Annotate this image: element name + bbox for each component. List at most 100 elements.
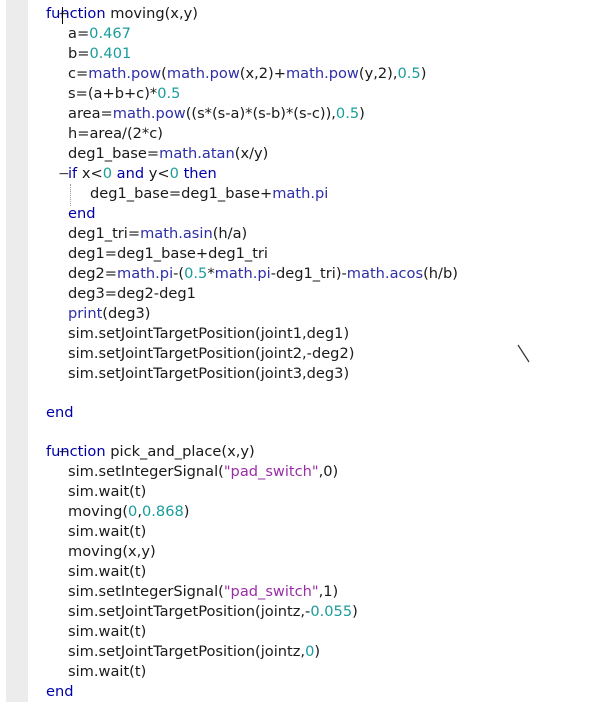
code-token: "pad_switch" xyxy=(223,463,319,480)
code-token: math.pi xyxy=(214,265,271,282)
code-line[interactable]: sim.setIntegerSignal("pad_switch",0) xyxy=(68,462,338,482)
code-token: sim.setIntegerSignal( xyxy=(68,583,224,600)
code-line[interactable]: if x<0 and y<0 then xyxy=(68,164,217,184)
code-token: * xyxy=(207,265,215,282)
code-token: ((s*(s-a)*(s-b)*(s-c)), xyxy=(185,105,336,122)
code-line[interactable]: deg1=deg1_base+deg1_tri xyxy=(68,244,268,264)
code-token: ,1) xyxy=(318,583,339,600)
code-token: deg2= xyxy=(68,265,118,282)
code-token: moving(x,y) xyxy=(68,543,156,560)
code-token: 0.5 xyxy=(157,85,181,102)
code-token: then xyxy=(183,165,217,182)
code-line[interactable]: c=math.pow(math.pow(x,2)+math.pow(y,2),0… xyxy=(68,64,426,84)
code-line[interactable]: deg3=deg2-deg1 xyxy=(68,284,196,304)
code-token: deg1_tri= xyxy=(68,225,141,242)
code-line[interactable]: s=(a+b+c)*0.5 xyxy=(68,84,180,104)
code-token: sim.setJointTargetPosition(jointz,- xyxy=(68,603,311,620)
code-line[interactable]: deg2=math.pi-(0.5*math.pi-deg1_tri)-math… xyxy=(68,264,458,284)
code-line[interactable]: deg1_base=deg1_base+math.pi xyxy=(90,184,328,204)
code-line[interactable]: sim.wait(t) xyxy=(68,662,146,682)
code-token: (h/a) xyxy=(212,225,248,242)
fold-margin: − − − xyxy=(28,0,70,702)
code-token: 0.5 xyxy=(397,65,421,82)
code-line[interactable]: moving(0,0.868) xyxy=(68,502,189,522)
code-line[interactable]: end xyxy=(46,403,74,423)
code-token: 0.055 xyxy=(310,603,353,620)
code-line[interactable]: function pick_and_place(x,y) xyxy=(46,442,255,462)
code-token: (h/b) xyxy=(423,265,458,282)
line-gutter xyxy=(6,0,28,702)
code-token: -deg1_tri)- xyxy=(270,265,347,282)
code-line[interactable]: moving(x,y) xyxy=(68,542,156,562)
code-line[interactable]: sim.setJointTargetPosition(joint2,-deg2) xyxy=(68,344,354,364)
text-cursor xyxy=(62,7,63,24)
code-token: pick_and_place(x,y) xyxy=(105,443,255,460)
code-line[interactable]: deg1_base=math.atan(x/y) xyxy=(68,144,268,164)
code-line[interactable]: h=area/(2*c) xyxy=(68,124,163,144)
code-token: 0.868 xyxy=(141,503,184,520)
code-line[interactable]: sim.wait(t) xyxy=(68,482,146,502)
code-token: 0 xyxy=(169,165,179,182)
code-token: ) xyxy=(314,643,321,660)
code-token: math.atan xyxy=(159,145,235,162)
code-token: math.pi xyxy=(117,265,174,282)
code-token: deg1=deg1_base+deg1_tri xyxy=(68,245,268,262)
code-line[interactable]: sim.wait(t) xyxy=(68,622,146,642)
code-line[interactable]: end xyxy=(46,682,74,702)
code-token: end xyxy=(46,683,74,700)
code-token: function xyxy=(46,5,106,22)
code-line[interactable]: sim.setJointTargetPosition(joint3,deg3) xyxy=(68,364,349,384)
code-line[interactable]: sim.wait(t) xyxy=(68,522,146,542)
code-token: moving(x,y) xyxy=(105,5,198,22)
code-line[interactable]: sim.setJointTargetPosition(joint1,deg1) xyxy=(68,324,349,344)
code-token: 0 xyxy=(128,503,138,520)
code-token: sim.setJointTargetPosition(joint2,-deg2) xyxy=(68,345,355,362)
code-token: function xyxy=(46,443,106,460)
code-token: sim.setJointTargetPosition(joint3,deg3) xyxy=(68,365,350,382)
code-token: deg3=deg2-deg1 xyxy=(68,285,196,302)
code-token: and xyxy=(116,165,145,182)
code-token: math.pow xyxy=(112,105,186,122)
code-token: math.pow xyxy=(285,65,359,82)
code-token: sim.wait(t) xyxy=(68,563,147,580)
code-line[interactable]: sim.setIntegerSignal("pad_switch",1) xyxy=(68,582,338,602)
code-line[interactable]: area=math.pow((s*(s-a)*(s-b)*(s-c)),0.5) xyxy=(68,104,365,124)
code-editor[interactable]: − − − function moving(x,y) a=0.467 b=0.401… xyxy=(0,0,614,702)
code-token: sim.setJointTargetPosition(jointz, xyxy=(68,643,306,660)
code-token: if xyxy=(68,165,78,182)
code-token: ,0) xyxy=(318,463,339,480)
code-line[interactable]: sim.setJointTargetPosition(jointz,-0.055… xyxy=(68,602,358,622)
code-token: 0.401 xyxy=(89,45,132,62)
code-line[interactable]: function moving(x,y) xyxy=(46,4,198,24)
code-token: math.pow xyxy=(166,65,240,82)
code-token: math.acos xyxy=(346,265,424,282)
code-token: ) xyxy=(420,65,427,82)
code-token: (deg3) xyxy=(102,305,151,322)
code-token: sim.wait(t) xyxy=(68,483,147,500)
code-token: sim.setIntegerSignal( xyxy=(68,463,224,480)
code-line[interactable]: sim.setJointTargetPosition(jointz,0) xyxy=(68,642,320,662)
code-token: sim.wait(t) xyxy=(68,623,147,640)
code-token: area= xyxy=(68,105,113,122)
code-token: deg1_base=deg1_base+ xyxy=(90,185,273,202)
code-line[interactable]: print(deg3) xyxy=(68,304,150,324)
code-line[interactable]: end xyxy=(68,204,96,224)
code-token: end xyxy=(46,404,74,421)
code-token: moving( xyxy=(68,503,129,520)
code-token: b= xyxy=(68,45,90,62)
code-token: a= xyxy=(68,25,90,42)
code-token: math.pow xyxy=(88,65,162,82)
code-token: 0.5 xyxy=(335,105,360,122)
code-line[interactable]: sim.wait(t) xyxy=(68,562,146,582)
code-token: sim.wait(t) xyxy=(68,523,147,540)
code-token: math.asin xyxy=(140,225,213,242)
code-token: x< xyxy=(77,165,103,182)
code-token: c= xyxy=(68,65,89,82)
mouse-ibeam-mark xyxy=(517,344,530,363)
code-line[interactable]: deg1_tri=math.asin(h/a) xyxy=(68,224,247,244)
code-token: 0 xyxy=(102,165,113,182)
code-token: h=area/(2*c) xyxy=(68,125,163,142)
code-line[interactable]: a=0.467 xyxy=(68,24,131,44)
code-line[interactable]: b=0.401 xyxy=(68,44,131,64)
code-token: math.pi xyxy=(272,185,329,202)
